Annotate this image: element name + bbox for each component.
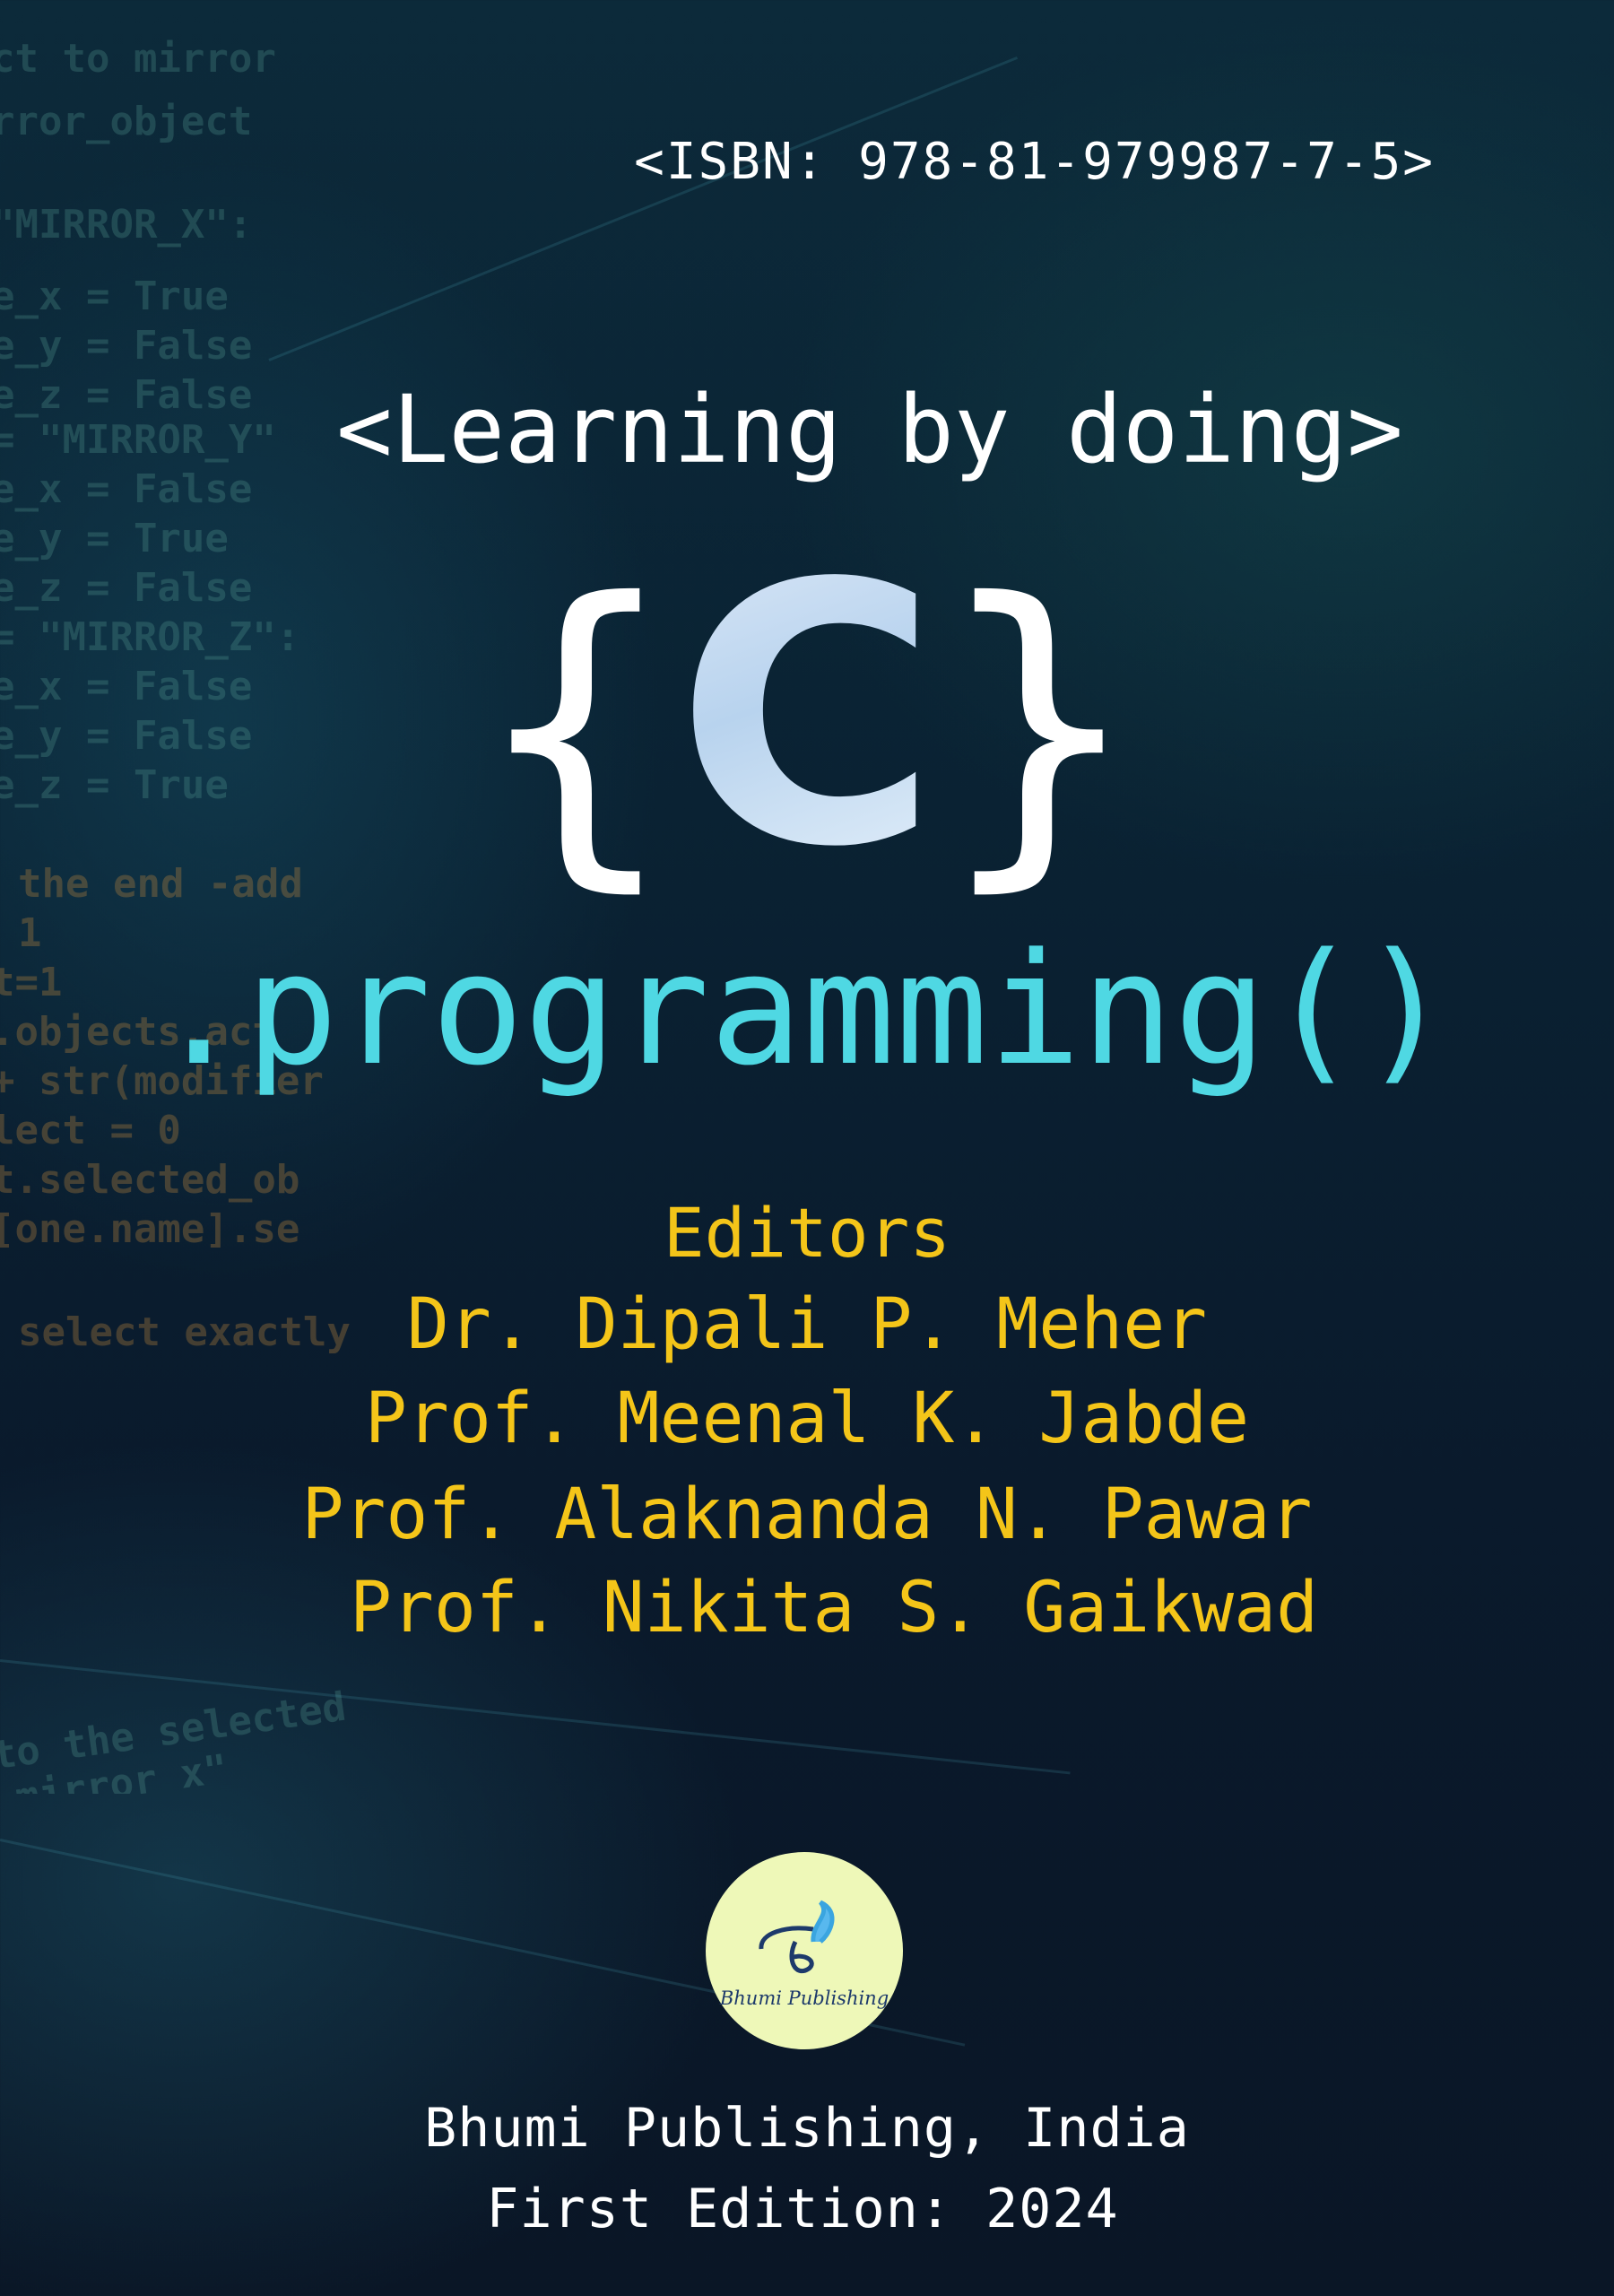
editor-name: Prof. Nikita S. Gaikwad (349, 1568, 1319, 1648)
editor-name: Prof. Alaknanda N. Pawar (301, 1474, 1313, 1555)
title-letter-c: C (675, 509, 939, 926)
editors-heading: Editors (663, 1193, 951, 1273)
publisher-logo: Bhumi Publishing (706, 1852, 903, 2049)
open-brace: { (475, 534, 676, 919)
bg-code-line: lect = 0 (0, 1108, 181, 1153)
bg-code-line: "MIRROR_X": (0, 202, 253, 248)
publisher-name: Bhumi Publishing, India (424, 2097, 1190, 2160)
isbn: <ISBN: 978-81-979987-7-5> (634, 133, 1435, 191)
bg-code-line: e_y = False (0, 323, 253, 369)
editor-name: Dr. Dipali P. Meher (406, 1284, 1208, 1365)
publisher-logo-mark-icon: Bhumi Publishing (719, 1900, 889, 2009)
logo-text: Bhumi Publishing (719, 1987, 889, 2009)
editor-name: Prof. Meenal K. Jabde (364, 1378, 1250, 1459)
title-c: {C} (0, 538, 1614, 897)
tagline: <Learning by doing> (336, 375, 1403, 484)
bg-code-line: ct to mirror (0, 36, 276, 82)
close-brace: } (938, 534, 1139, 919)
edition: First Edition: 2024 (486, 2178, 1119, 2240)
title-subtitle: .programming() (152, 919, 1453, 1100)
bg-code-line: e_x = True (0, 274, 229, 319)
bg-code-line: rror_object (0, 99, 253, 144)
